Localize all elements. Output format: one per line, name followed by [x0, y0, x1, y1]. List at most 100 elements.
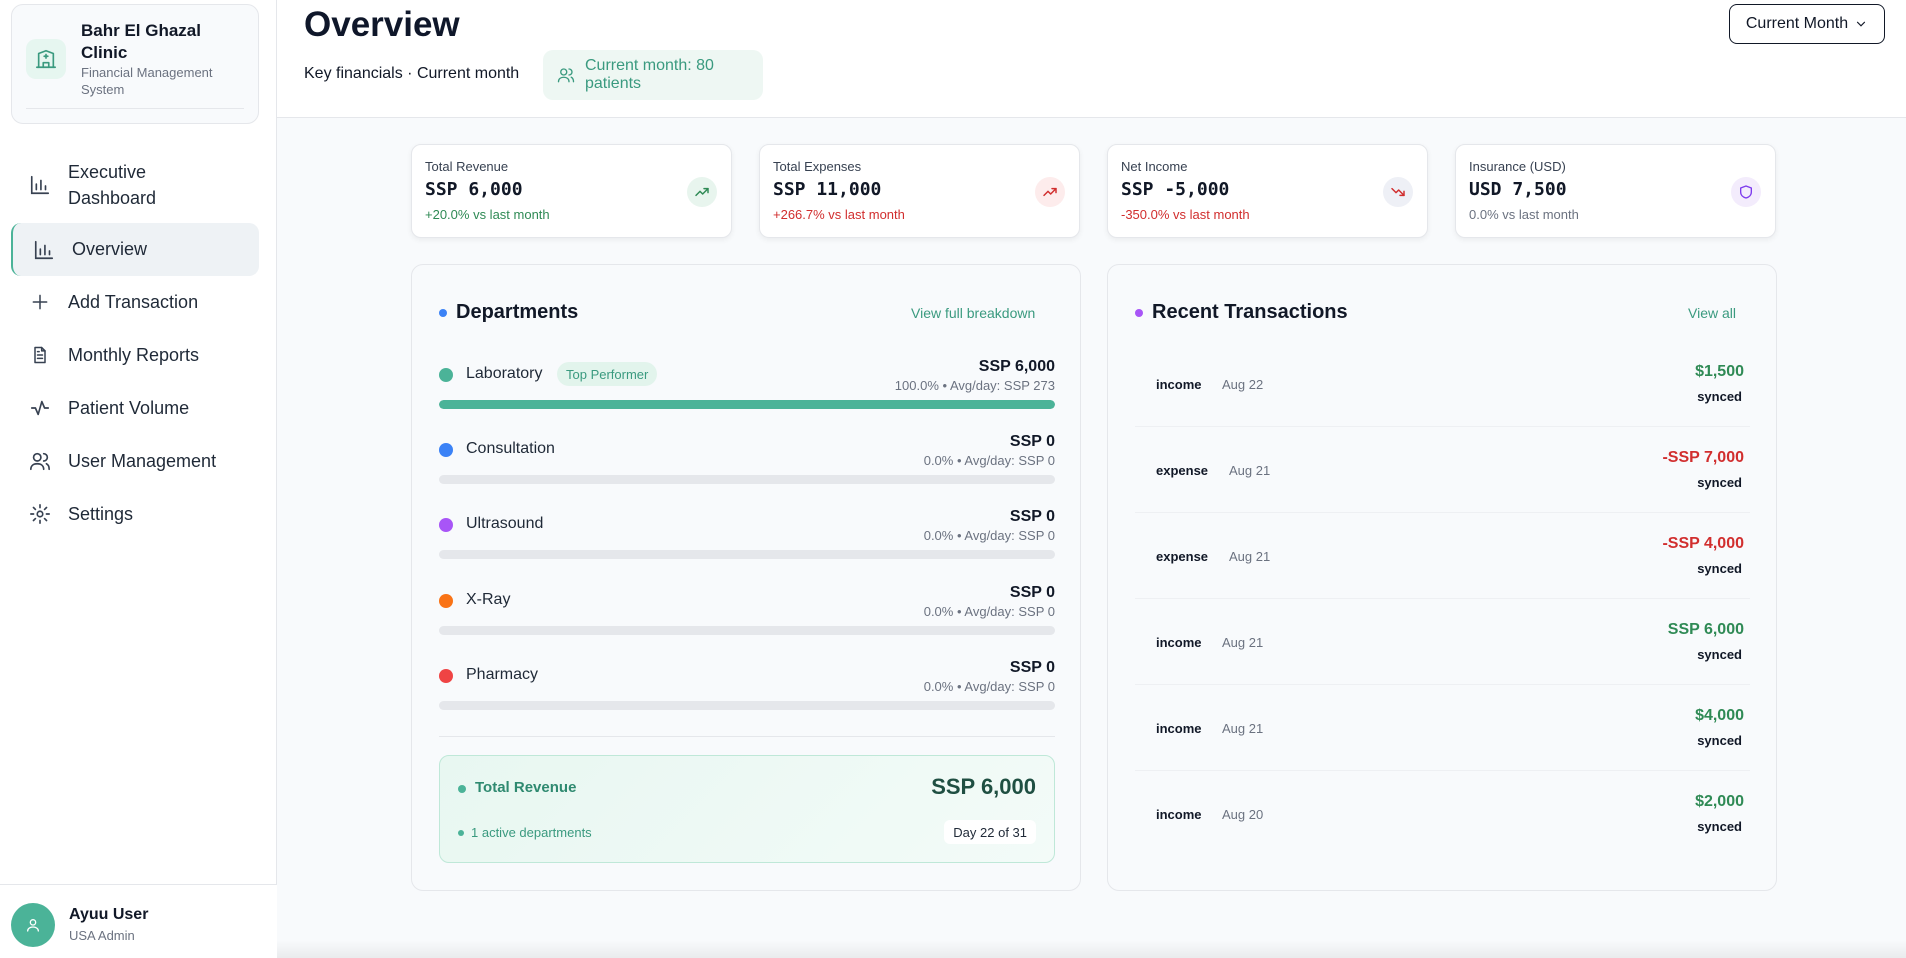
section-dot [439, 309, 447, 317]
nav-user-management[interactable]: User Management [11, 443, 259, 479]
kpi-card-insurance: Insurance (USD) USD 7,500 0.0% vs last m… [1455, 144, 1776, 238]
transaction-row[interactable]: income Aug 21 SSP 6,000 synced [1135, 599, 1750, 685]
nav-label: User Management [68, 450, 217, 471]
transaction-row[interactable]: income Aug 22 $1,500 synced [1135, 341, 1750, 427]
nav-patient-volume[interactable]: Patient Volume [11, 390, 259, 426]
progress-fill [439, 400, 1055, 409]
user-role: USA Admin [69, 928, 135, 943]
clinic-name: Bahr El Ghazal Clinic [81, 21, 201, 62]
users-icon [28, 449, 52, 473]
kpi-change: +266.7% vs last month [773, 207, 905, 222]
shield-icon [1731, 177, 1761, 207]
department-amount: SSP 0 [1009, 433, 1055, 450]
transaction-amount: $1,500 [1695, 363, 1744, 380]
sidebar: Bahr El Ghazal Clinic Financial Manageme… [0, 0, 277, 958]
view-full-breakdown-link[interactable]: View full breakdown [911, 305, 1035, 321]
scroll-shadow [277, 940, 1906, 958]
department-amount: SSP 0 [1009, 659, 1055, 676]
transaction-amount: $4,000 [1695, 707, 1744, 724]
kpi-label: Total Revenue [425, 159, 509, 174]
kpi-value: USD 7,500 [1469, 179, 1567, 200]
department-name: Consultation [466, 440, 555, 457]
kpi-value: SSP 6,000 [425, 179, 523, 200]
transaction-row[interactable]: expense Aug 21 -SSP 4,000 synced [1135, 513, 1750, 599]
department-progress-bar [439, 701, 1055, 710]
period-select-value: Current Month [1745, 15, 1849, 32]
user-name: Ayuu User [69, 906, 149, 923]
department-progress-bar [439, 550, 1055, 559]
nav-label: Executive Dashboard [68, 162, 157, 208]
avatar [11, 903, 55, 947]
transaction-type: income [1156, 635, 1202, 650]
department-name: Ultrasound [466, 515, 544, 532]
kpi-label: Insurance (USD) [1469, 159, 1566, 174]
sync-status: synced [1697, 561, 1742, 576]
sync-status: synced [1697, 389, 1742, 404]
department-meta: 0.0% • Avg/day: SSP 0 [923, 679, 1055, 694]
nav-settings[interactable]: Settings [11, 496, 259, 532]
page-title: Overview [304, 5, 460, 44]
total-revenue-value: SSP 6,000 [931, 774, 1036, 799]
trending-up-icon [1035, 177, 1065, 207]
department-meta: 0.0% • Avg/day: SSP 0 [923, 604, 1055, 619]
department-row-ultrasound: Ultrasound SSP 0 0.0% • Avg/day: SSP 0 [439, 508, 1055, 568]
department-name: Laboratory [466, 365, 543, 382]
transaction-row[interactable]: income Aug 20 $2,000 synced [1135, 771, 1750, 857]
divider [26, 108, 244, 109]
document-icon [28, 343, 52, 367]
transaction-amount: -SSP 7,000 [1662, 449, 1744, 466]
transaction-type: expense [1156, 463, 1209, 478]
transaction-date: Aug 20 [1222, 807, 1264, 822]
department-color-dot [439, 518, 453, 532]
nav-label: Patient Volume [68, 397, 190, 418]
sync-status: synced [1697, 647, 1742, 662]
nav-label: Settings [68, 503, 134, 524]
user-profile[interactable]: Ayuu User USA Admin [0, 884, 277, 958]
transaction-date: Aug 22 [1222, 377, 1264, 392]
kpi-label: Total Expenses [773, 159, 862, 174]
transaction-row[interactable]: expense Aug 21 -SSP 7,000 synced [1135, 427, 1750, 513]
divider [439, 736, 1055, 737]
recent-transactions-panel: Recent Transactions View all income Aug … [1107, 264, 1777, 891]
nav-label: Monthly Reports [68, 344, 200, 365]
period-select[interactable]: Current Month [1729, 4, 1885, 44]
department-progress-bar [439, 400, 1055, 409]
top-performer-badge: Top Performer [557, 362, 658, 386]
summary-dot [458, 785, 466, 793]
gear-icon [28, 502, 52, 526]
departments-panel: Departments View full breakdown Laborato… [411, 264, 1081, 891]
kpi-value: SSP 11,000 [773, 179, 882, 200]
kpi-card-total-expenses: Total Expenses SSP 11,000 +266.7% vs las… [759, 144, 1080, 238]
trending-down-icon [1383, 177, 1413, 207]
section-dot [1135, 309, 1143, 317]
department-name: X-Ray [466, 591, 511, 608]
department-progress-bar [439, 626, 1055, 635]
view-all-link[interactable]: View all [1688, 305, 1736, 321]
nav-add-transaction[interactable]: Add Transaction [11, 284, 259, 320]
department-meta: 100.0% • Avg/day: SSP 273 [894, 378, 1055, 393]
nav-overview[interactable]: Overview [11, 223, 259, 276]
department-progress-bar [439, 475, 1055, 484]
nav-label: Overview [72, 239, 148, 259]
department-name: Pharmacy [466, 666, 539, 683]
transaction-amount: SSP 6,000 [1667, 621, 1744, 638]
bar-chart-icon [28, 173, 52, 197]
nav-executive-dashboard[interactable]: Executive Dashboard [11, 155, 259, 215]
summary-dot [458, 830, 464, 836]
recent-transactions-title: Recent Transactions [1152, 301, 1348, 323]
transaction-amount: $2,000 [1695, 793, 1744, 810]
nav-monthly-reports[interactable]: Monthly Reports [11, 337, 259, 373]
kpi-card-total-revenue: Total Revenue SSP 6,000 +20.0% vs last m… [411, 144, 732, 238]
transaction-date: Aug 21 [1222, 635, 1264, 650]
transaction-type: income [1156, 721, 1202, 736]
kpi-card-net-income: Net Income SSP -5,000 -350.0% vs last mo… [1107, 144, 1428, 238]
transaction-row[interactable]: income Aug 21 $4,000 synced [1135, 685, 1750, 771]
department-amount: SSP 0 [1009, 508, 1055, 525]
active-departments-count: 1 active departments [471, 825, 592, 840]
transaction-type: income [1156, 807, 1202, 822]
patients-count-badge: Current month: 80 patients [543, 50, 763, 100]
transaction-amount: -SSP 4,000 [1662, 535, 1744, 552]
activity-icon [28, 396, 52, 420]
departments-title: Departments [456, 301, 579, 323]
kpi-change: 0.0% vs last month [1469, 207, 1579, 222]
